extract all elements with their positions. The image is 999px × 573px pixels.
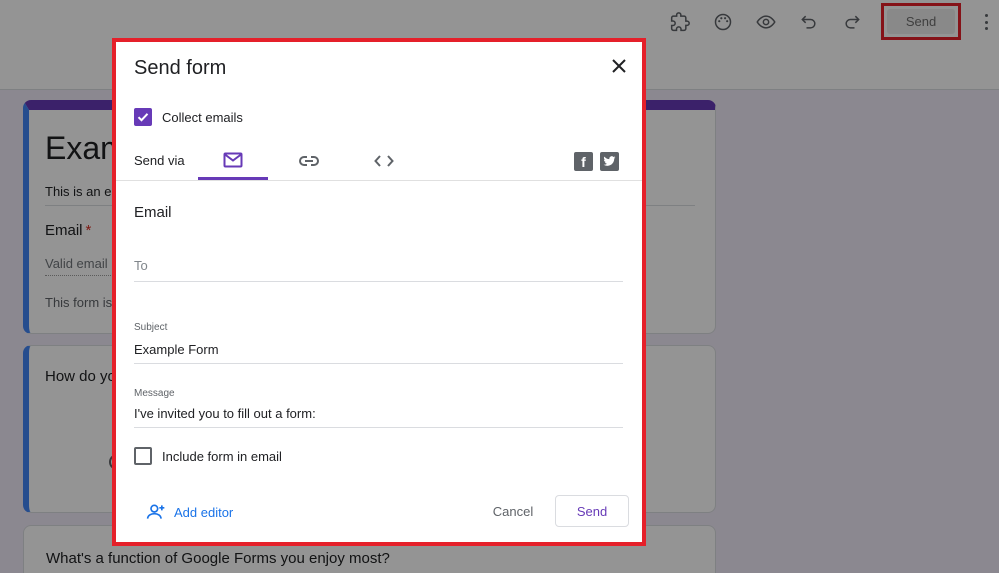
facebook-icon[interactable]: f	[574, 152, 593, 171]
send-via-label: Send via	[134, 153, 185, 168]
tabs-divider	[116, 180, 642, 181]
subject-field[interactable]: Example Form	[134, 342, 623, 364]
include-form-row[interactable]: Include form in email	[134, 447, 282, 465]
collect-emails-checkbox[interactable]	[134, 108, 152, 126]
link-icon	[299, 156, 319, 166]
to-field[interactable]: To	[134, 258, 623, 282]
dialog-title: Send form	[134, 57, 227, 79]
email-section-label: Email	[134, 204, 172, 221]
cancel-button[interactable]: Cancel	[476, 496, 550, 526]
add-person-icon	[146, 504, 165, 519]
send-form-dialog: Send form Collect emails Send via f Emai…	[116, 42, 642, 542]
send-form-dialog-highlight: Send form Collect emails Send via f Emai…	[112, 38, 646, 546]
message-label: Message	[134, 388, 175, 399]
add-editor-button[interactable]: Add editor	[146, 502, 233, 522]
subject-label: Subject	[134, 322, 168, 333]
add-editor-label: Add editor	[174, 504, 234, 520]
collect-emails-label: Collect emails	[162, 109, 243, 125]
collect-emails-row[interactable]: Collect emails	[134, 108, 243, 126]
tab-embed[interactable]	[349, 142, 419, 180]
include-form-checkbox[interactable]	[134, 447, 152, 465]
message-field[interactable]: I've invited you to fill out a form:	[134, 406, 623, 428]
embed-code-icon	[374, 155, 394, 167]
mail-icon	[223, 152, 243, 167]
send-button[interactable]: Send	[555, 495, 629, 527]
include-form-label: Include form in email	[162, 448, 282, 464]
tab-email[interactable]	[198, 142, 268, 180]
tab-link[interactable]	[274, 142, 344, 180]
close-icon[interactable]	[608, 55, 630, 77]
twitter-icon[interactable]	[600, 152, 619, 171]
